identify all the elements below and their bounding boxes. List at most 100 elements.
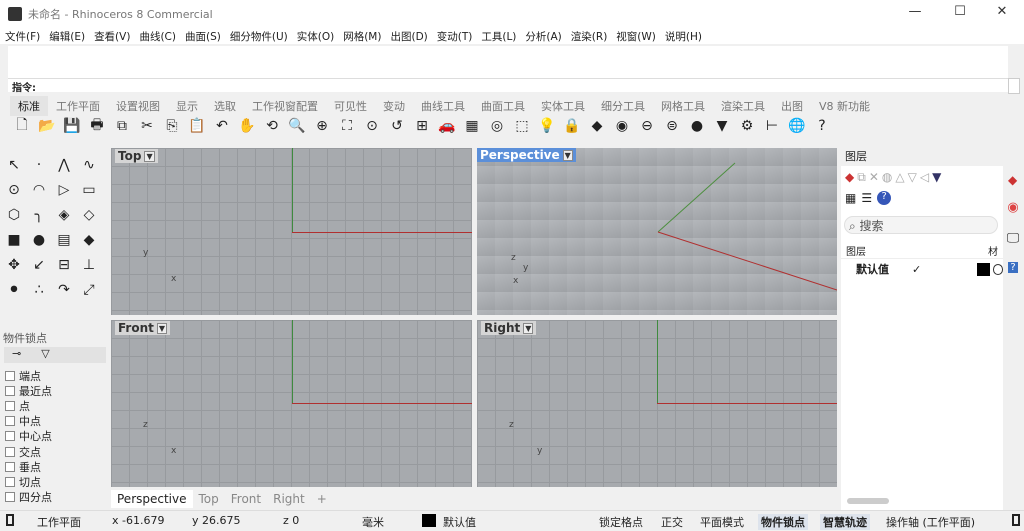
menu-item[interactable]: 曲线(C) [139,29,176,44]
edit-icon[interactable]: ◍ [882,170,892,185]
tab-item[interactable]: 工作视窗配置 [244,96,326,116]
osnap-item[interactable]: 四分点 [5,490,52,505]
tab-item[interactable]: 显示 [168,96,206,116]
import-icon[interactable]: ⧉ [112,116,132,136]
status-layer[interactable]: 默认值 [443,514,476,530]
filter-icon[interactable]: ▽ [41,347,49,360]
color-wheel-icon[interactable]: ◉ [1007,200,1018,215]
osnap-checkbox[interactable] [5,476,15,487]
osnap-checkbox[interactable] [5,431,15,442]
menu-item[interactable]: 编辑(E) [49,29,85,44]
fillet-icon[interactable]: ╮ [29,205,49,225]
color-wheel-icon[interactable]: ◉ [612,116,632,136]
help-icon[interactable]: ? [877,191,892,205]
status-cplane[interactable]: 工作平面 [37,514,81,530]
command-scrollbar[interactable] [1008,78,1020,94]
chevron-down-icon[interactable]: ▼ [523,322,534,334]
render-sphere-icon[interactable]: ● [687,116,707,136]
zoom-extents-icon[interactable]: ⛶ [337,116,357,136]
osnap-item[interactable]: 中心点 [5,429,52,444]
osnap-item[interactable]: 端点 [5,368,52,383]
osnap-checkbox[interactable] [5,461,15,472]
scale-icon[interactable]: ⤢ [79,280,99,300]
light-icon[interactable]: 💡 [537,116,557,136]
box-icon[interactable]: ■ [4,230,24,250]
spheres-icon[interactable]: ● [29,230,49,250]
polyline-icon[interactable]: ⋀ [54,155,74,175]
menu-item[interactable]: 网格(M) [343,29,381,44]
tab-item[interactable]: V8 新功能 [811,96,878,116]
four-viewports-icon[interactable]: ⊞ [412,116,432,136]
viewport-label[interactable]: Top ▼ [115,149,158,163]
dots-icon[interactable]: ∴ [29,280,49,300]
tab-item[interactable]: 选取 [206,96,244,116]
menu-item[interactable]: 说明(H) [665,29,702,44]
surface-icon[interactable]: ◈ [54,205,74,225]
osnap-checkbox[interactable] [5,400,15,411]
layer-row[interactable]: 默认值 ✓ [841,260,1003,278]
osnap-checkbox[interactable] [5,385,15,396]
globe-icon[interactable]: 🌐 [787,116,807,136]
curve-icon[interactable]: ∿ [79,155,99,175]
col-layer[interactable]: 图层 [846,243,866,258]
zoom-selected-icon[interactable]: ⊙ [362,116,382,136]
tab-item[interactable]: 细分工具 [593,96,653,116]
move-up-icon[interactable]: △ [895,170,904,185]
target-icon[interactable]: ◎ [487,116,507,136]
command-input[interactable]: 指令: [8,78,1008,94]
sphere-box-icon[interactable]: ⊜ [662,116,682,136]
viewport-tab[interactable]: Top [193,490,225,508]
osnap-item[interactable]: 最近点 [5,383,52,398]
panel-toggle-icon[interactable] [6,514,14,526]
help-panel-icon[interactable]: ? [1008,262,1018,273]
osnap-item[interactable]: 交点 [5,444,52,459]
status-grid-snap[interactable]: 锁定格点 [599,514,643,530]
menu-item[interactable]: 细分物件(U) [230,29,288,44]
loft-icon[interactable]: ◇ [79,205,99,225]
lock-icon[interactable]: 🔒 [562,116,582,136]
viewport-front[interactable]: Front ▼ z x [111,320,472,487]
osnap-checkbox[interactable] [5,492,15,503]
horizontal-scrollbar[interactable] [847,498,889,504]
viewport-label[interactable]: Front ▼ [115,321,171,335]
list-icon[interactable]: ☰ [861,191,872,205]
status-units[interactable]: 毫米 [362,514,384,530]
chevron-down-icon[interactable]: ▼ [156,322,168,334]
zoom-window-icon[interactable]: ⊕ [312,116,332,136]
select-arrow-icon[interactable]: ↖ [4,155,24,175]
menu-item[interactable]: 变动(T) [437,29,473,44]
move-down-icon[interactable]: ▽ [908,170,917,185]
osnap-item[interactable]: 中点 [5,414,52,429]
tab-item[interactable]: 实体工具 [533,96,593,116]
point-icon[interactable]: · [29,155,49,175]
layer-icon[interactable]: ◆ [587,116,607,136]
viewport-label[interactable]: Right ▼ [481,321,537,335]
osnap-item[interactable]: 点 [5,398,52,413]
orange-arrow-icon[interactable]: ↙ [29,255,49,275]
maximize-button[interactable]: ☐ [945,4,975,19]
cut-icon[interactable]: ✂ [137,116,157,136]
col-material[interactable]: 材 [988,243,998,258]
car-icon[interactable]: 🚗 [437,116,457,136]
chevron-down-icon[interactable]: ▼ [144,150,155,162]
cylinder-icon[interactable]: ▤ [54,230,74,250]
layer-search-input[interactable]: ⌕ 搜索 [844,216,998,234]
delete-icon[interactable]: ✕ [869,170,879,185]
undo-icon[interactable]: ↶ [212,116,232,136]
menu-item[interactable]: 曲面(S) [185,29,221,44]
tab-item[interactable]: 曲面工具 [473,96,533,116]
osnap-item[interactable]: 切点 [5,474,52,489]
osnap-checkbox[interactable] [5,446,15,457]
menu-item[interactable]: 分析(A) [525,29,561,44]
menu-item[interactable]: 查看(V) [94,29,130,44]
tab-item[interactable]: 出图 [773,96,811,116]
arc-icon[interactable]: ◠ [29,180,49,200]
viewport-tab[interactable]: Perspective [111,490,193,508]
layer-material-icon[interactable] [992,263,1003,275]
status-ortho[interactable]: 正交 [661,514,683,530]
pan-icon[interactable]: ✋ [237,116,257,136]
select-icon[interactable]: ⬚ [512,116,532,136]
grid-icon[interactable]: ▦ [462,116,482,136]
viewport-tab[interactable]: Front [225,490,267,508]
circle-icon[interactable]: ⊙ [4,180,24,200]
